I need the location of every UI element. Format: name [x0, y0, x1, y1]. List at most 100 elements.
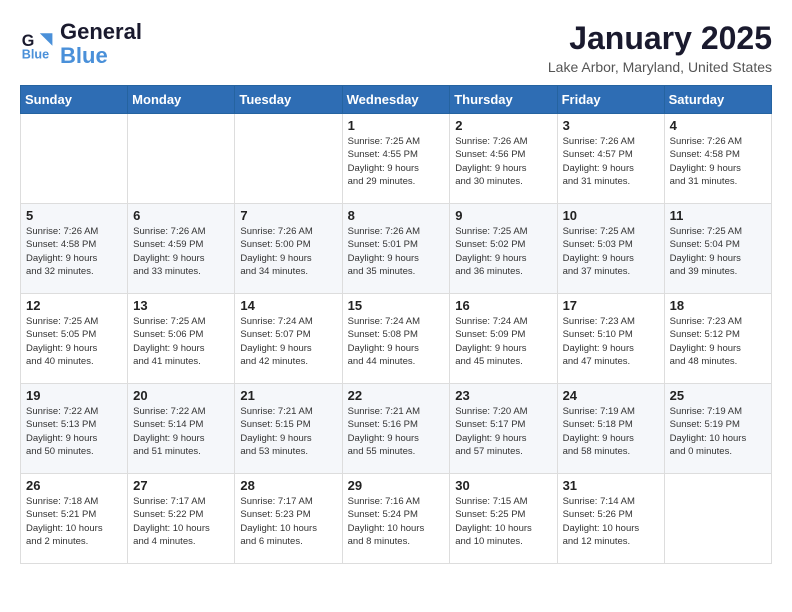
calendar-cell: 27 Sunrise: 7:17 AM Sunset: 5:22 PM Dayli… [128, 474, 235, 564]
day-info: Sunrise: 7:23 AM Sunset: 5:10 PM Dayligh… [563, 315, 659, 368]
day-info: Sunrise: 7:25 AM Sunset: 4:55 PM Dayligh… [348, 135, 445, 188]
calendar-cell: 24 Sunrise: 7:19 AM Sunset: 5:18 PM Dayli… [557, 384, 664, 474]
day-info: Sunrise: 7:26 AM Sunset: 4:59 PM Dayligh… [133, 225, 229, 278]
calendar-cell: 29 Sunrise: 7:16 AM Sunset: 5:24 PM Dayli… [342, 474, 450, 564]
calendar-cell: 5 Sunrise: 7:26 AM Sunset: 4:58 PM Daylig… [21, 204, 128, 294]
day-info: Sunrise: 7:21 AM Sunset: 5:15 PM Dayligh… [240, 405, 336, 458]
day-number: 14 [240, 298, 336, 313]
day-number: 31 [563, 478, 659, 493]
day-number: 10 [563, 208, 659, 223]
title-block: January 2025 Lake Arbor, Maryland, Unite… [548, 20, 772, 75]
day-number: 9 [455, 208, 551, 223]
day-info: Sunrise: 7:22 AM Sunset: 5:14 PM Dayligh… [133, 405, 229, 458]
day-number: 19 [26, 388, 122, 403]
day-info: Sunrise: 7:17 AM Sunset: 5:23 PM Dayligh… [240, 495, 336, 548]
day-info: Sunrise: 7:16 AM Sunset: 5:24 PM Dayligh… [348, 495, 445, 548]
calendar-cell: 7 Sunrise: 7:26 AM Sunset: 5:00 PM Daylig… [235, 204, 342, 294]
calendar-cell: 22 Sunrise: 7:21 AM Sunset: 5:16 PM Dayli… [342, 384, 450, 474]
logo: G Blue General Blue [20, 20, 142, 68]
day-number: 3 [563, 118, 659, 133]
calendar-cell: 8Sunrise: 7:26 AM Sunset: 5:01 PM Daylig… [342, 204, 450, 294]
page-header: G Blue General Blue January 2025 Lake Ar… [20, 20, 772, 75]
calendar-cell [21, 114, 128, 204]
calendar-cell: 3Sunrise: 7:26 AM Sunset: 4:57 PM Daylig… [557, 114, 664, 204]
calendar-cell: 19 Sunrise: 7:22 AM Sunset: 5:13 PM Dayli… [21, 384, 128, 474]
location-title: Lake Arbor, Maryland, United States [548, 59, 772, 75]
logo-general-text: General [60, 19, 142, 44]
calendar-week-row: 19 Sunrise: 7:22 AM Sunset: 5:13 PM Dayli… [21, 384, 772, 474]
day-info: Sunrise: 7:25 AM Sunset: 5:06 PM Dayligh… [133, 315, 229, 368]
day-info: Sunrise: 7:26 AM Sunset: 4:58 PM Dayligh… [26, 225, 122, 278]
calendar-table: SundayMondayTuesdayWednesdayThursdayFrid… [20, 85, 772, 564]
calendar-cell: 25 Sunrise: 7:19 AM Sunset: 5:19 PM Dayli… [664, 384, 771, 474]
logo-blue-text: Blue [60, 44, 142, 68]
calendar-cell: 10 Sunrise: 7:25 AM Sunset: 5:03 PM Dayli… [557, 204, 664, 294]
day-number: 29 [348, 478, 445, 493]
day-info: Sunrise: 7:26 AM Sunset: 5:00 PM Dayligh… [240, 225, 336, 278]
calendar-cell: 13Sunrise: 7:25 AM Sunset: 5:06 PM Dayli… [128, 294, 235, 384]
calendar-week-row: 5 Sunrise: 7:26 AM Sunset: 4:58 PM Daylig… [21, 204, 772, 294]
day-info: Sunrise: 7:22 AM Sunset: 5:13 PM Dayligh… [26, 405, 122, 458]
calendar-cell: 18 Sunrise: 7:23 AM Sunset: 5:12 PM Dayli… [664, 294, 771, 384]
day-number: 28 [240, 478, 336, 493]
day-info: Sunrise: 7:24 AM Sunset: 5:07 PM Dayligh… [240, 315, 336, 368]
day-number: 21 [240, 388, 336, 403]
calendar-cell: 17 Sunrise: 7:23 AM Sunset: 5:10 PM Dayli… [557, 294, 664, 384]
day-info: Sunrise: 7:19 AM Sunset: 5:19 PM Dayligh… [670, 405, 766, 458]
day-number: 25 [670, 388, 766, 403]
day-info: Sunrise: 7:15 AM Sunset: 5:25 PM Dayligh… [455, 495, 551, 548]
day-number: 2 [455, 118, 551, 133]
day-info: Sunrise: 7:25 AM Sunset: 5:03 PM Dayligh… [563, 225, 659, 278]
day-number: 16 [455, 298, 551, 313]
day-number: 18 [670, 298, 766, 313]
day-info: Sunrise: 7:19 AM Sunset: 5:18 PM Dayligh… [563, 405, 659, 458]
day-info: Sunrise: 7:23 AM Sunset: 5:12 PM Dayligh… [670, 315, 766, 368]
calendar-cell: 16 Sunrise: 7:24 AM Sunset: 5:09 PM Dayli… [450, 294, 557, 384]
day-number: 15 [348, 298, 445, 313]
day-number: 17 [563, 298, 659, 313]
calendar-cell: 14 Sunrise: 7:24 AM Sunset: 5:07 PM Dayli… [235, 294, 342, 384]
day-number: 5 [26, 208, 122, 223]
day-info: Sunrise: 7:18 AM Sunset: 5:21 PM Dayligh… [26, 495, 122, 548]
calendar-cell: 6Sunrise: 7:26 AM Sunset: 4:59 PM Daylig… [128, 204, 235, 294]
month-title: January 2025 [548, 20, 772, 57]
day-info: Sunrise: 7:21 AM Sunset: 5:16 PM Dayligh… [348, 405, 445, 458]
calendar-cell: 23Sunrise: 7:20 AM Sunset: 5:17 PM Dayli… [450, 384, 557, 474]
calendar-cell: 28 Sunrise: 7:17 AM Sunset: 5:23 PM Dayli… [235, 474, 342, 564]
weekday-thursday: Thursday [450, 86, 557, 114]
day-info: Sunrise: 7:17 AM Sunset: 5:22 PM Dayligh… [133, 495, 229, 548]
day-number: 24 [563, 388, 659, 403]
day-number: 4 [670, 118, 766, 133]
weekday-header-row: SundayMondayTuesdayWednesdayThursdayFrid… [21, 86, 772, 114]
calendar-cell: 1 Sunrise: 7:25 AM Sunset: 4:55 PM Daylig… [342, 114, 450, 204]
calendar-cell [235, 114, 342, 204]
day-info: Sunrise: 7:20 AM Sunset: 5:17 PM Dayligh… [455, 405, 551, 458]
calendar-week-row: 12Sunrise: 7:25 AM Sunset: 5:05 PM Dayli… [21, 294, 772, 384]
day-number: 22 [348, 388, 445, 403]
logo-general: General [60, 20, 142, 44]
weekday-wednesday: Wednesday [342, 86, 450, 114]
day-number: 26 [26, 478, 122, 493]
weekday-saturday: Saturday [664, 86, 771, 114]
day-info: Sunrise: 7:25 AM Sunset: 5:04 PM Dayligh… [670, 225, 766, 278]
day-number: 11 [670, 208, 766, 223]
day-info: Sunrise: 7:25 AM Sunset: 5:05 PM Dayligh… [26, 315, 122, 368]
calendar-week-row: 1 Sunrise: 7:25 AM Sunset: 4:55 PM Daylig… [21, 114, 772, 204]
calendar-cell: 30 Sunrise: 7:15 AM Sunset: 5:25 PM Dayli… [450, 474, 557, 564]
day-number: 1 [348, 118, 445, 133]
day-number: 30 [455, 478, 551, 493]
calendar-cell [128, 114, 235, 204]
calendar-cell [664, 474, 771, 564]
day-number: 27 [133, 478, 229, 493]
calendar-cell: 4Sunrise: 7:26 AM Sunset: 4:58 PM Daylig… [664, 114, 771, 204]
weekday-friday: Friday [557, 86, 664, 114]
weekday-monday: Monday [128, 86, 235, 114]
day-info: Sunrise: 7:24 AM Sunset: 5:08 PM Dayligh… [348, 315, 445, 368]
calendar-cell: 21 Sunrise: 7:21 AM Sunset: 5:15 PM Dayli… [235, 384, 342, 474]
calendar-cell: 9Sunrise: 7:25 AM Sunset: 5:02 PM Daylig… [450, 204, 557, 294]
day-number: 7 [240, 208, 336, 223]
calendar-week-row: 26 Sunrise: 7:18 AM Sunset: 5:21 PM Dayli… [21, 474, 772, 564]
calendar-cell: 15 Sunrise: 7:24 AM Sunset: 5:08 PM Dayli… [342, 294, 450, 384]
day-info: Sunrise: 7:24 AM Sunset: 5:09 PM Dayligh… [455, 315, 551, 368]
day-info: Sunrise: 7:26 AM Sunset: 5:01 PM Dayligh… [348, 225, 445, 278]
